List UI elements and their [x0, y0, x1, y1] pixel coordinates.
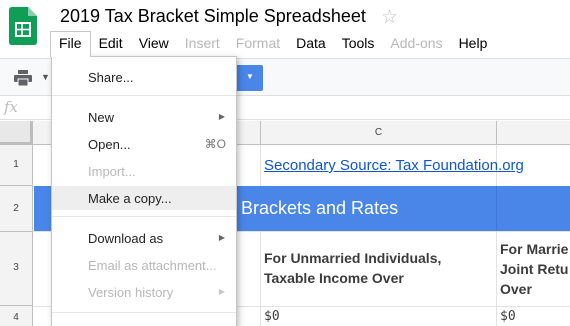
menu-item-open[interactable]: Open... ⌘O [52, 132, 236, 156]
menu-item-version-history[interactable]: Version history ▶ [52, 280, 236, 304]
menu-item-label: New [88, 110, 115, 125]
menu-item-label: Version history [88, 285, 174, 300]
menu-item-label: Download as [88, 231, 164, 246]
menu-edit[interactable]: Edit [91, 31, 131, 57]
married-header-line-2[interactable]: Joint Retu [500, 259, 568, 279]
submenu-arrow-icon: ▶ [218, 112, 225, 121]
menu-file[interactable]: File [50, 31, 91, 57]
menu-item-label: Open... [88, 137, 131, 152]
menu-bar: File Edit View Insert Format Data Tools … [50, 31, 495, 57]
print-icon[interactable] [14, 70, 32, 86]
file-menu-dropdown: Share... New ▶ Open... ⌘O Import... Make… [51, 56, 237, 326]
menu-view[interactable]: View [131, 31, 177, 57]
unmarried-header-line-2[interactable]: Taxable Income Over [264, 268, 404, 288]
menu-separator [52, 95, 236, 96]
fx-icon: fx [4, 98, 19, 116]
row-header-1[interactable]: 1 [0, 145, 33, 186]
menu-item-label: Import... [88, 164, 136, 179]
unmarried-header-line-1[interactable]: For Unmarried Individuals, [264, 248, 441, 268]
toolbar-blue-dropdown-button[interactable]: ▼ [236, 65, 263, 91]
grid-line [496, 186, 497, 231]
married-value-cell[interactable]: $0 [500, 309, 516, 324]
submenu-arrow-icon: ▶ [218, 233, 225, 242]
menu-item-email-as-attachment[interactable]: Email as attachment... [52, 253, 236, 277]
row-header-4[interactable]: 4 [0, 306, 33, 326]
menu-item-share[interactable]: Share... [52, 65, 236, 89]
column-header-c[interactable]: C [261, 121, 497, 145]
menu-item-label: Make a copy... [88, 191, 172, 206]
document-title[interactable]: 2019 Tax Bracket Simple Spreadsheet [60, 6, 366, 27]
menu-item-download-as[interactable]: Download as ▶ [52, 226, 236, 250]
row-header-2[interactable]: 2 [0, 186, 33, 232]
menu-item-new[interactable]: New ▶ [52, 105, 236, 129]
brackets-title-cell[interactable]: Brackets and Rates [241, 198, 398, 219]
row-header-3[interactable]: 3 [0, 232, 33, 306]
grid-line [260, 145, 261, 326]
menu-item-import[interactable]: Import... [52, 159, 236, 183]
menu-tools[interactable]: Tools [334, 31, 383, 57]
menu-add-ons[interactable]: Add-ons [382, 31, 450, 57]
menu-data[interactable]: Data [288, 31, 334, 57]
menu-insert[interactable]: Insert [177, 31, 228, 57]
submenu-arrow-icon: ▶ [218, 287, 225, 296]
shortcut-label: ⌘O [204, 137, 226, 151]
toolbar-dropdown-icon[interactable]: ▼ [41, 72, 50, 82]
unmarried-value-cell[interactable]: $0 [264, 309, 280, 324]
married-header-line-1[interactable]: For Marrie [500, 239, 568, 259]
sheets-logo-icon[interactable] [9, 7, 37, 45]
menu-format[interactable]: Format [228, 31, 288, 57]
menu-help[interactable]: Help [451, 31, 496, 57]
source-link-cell[interactable]: Secondary Source: Tax Foundation.org [264, 157, 524, 174]
menu-item-label: Share... [88, 70, 134, 85]
menu-item-make-a-copy[interactable]: Make a copy... [52, 186, 236, 210]
column-header-d[interactable] [497, 121, 570, 145]
caret-down-icon: ▼ [246, 72, 254, 81]
menu-separator [52, 312, 236, 313]
menu-separator [52, 216, 236, 217]
star-icon[interactable]: ☆ [381, 6, 398, 29]
select-all-corner[interactable] [0, 121, 33, 145]
married-header-line-3[interactable]: Over [500, 279, 532, 299]
menu-item-label: Email as attachment... [88, 258, 217, 273]
